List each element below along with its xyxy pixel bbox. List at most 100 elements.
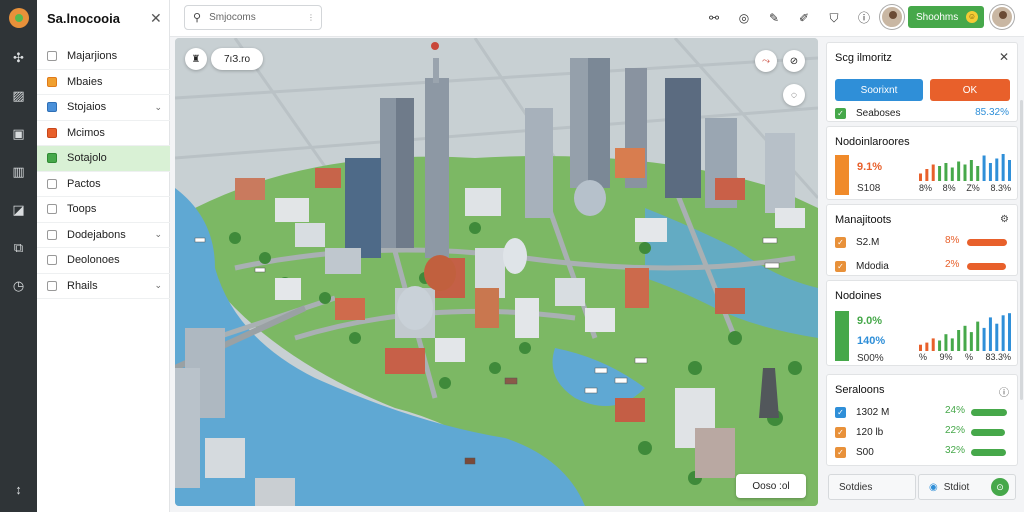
avatar[interactable] (880, 5, 904, 29)
segment-label: S00 (856, 446, 874, 458)
chart-bar (925, 342, 929, 351)
sidebar-item-icon (47, 153, 57, 164)
sidebar-item-9[interactable]: Rhails ⌄ (37, 274, 170, 299)
sidebar-item-5[interactable]: Pactos (37, 172, 170, 197)
sidebar-item-6[interactable]: Toops (37, 197, 170, 223)
segment-row[interactable]: ✓ S00 (835, 445, 874, 459)
shield-icon[interactable]: ⛉ (826, 10, 842, 26)
sidebar-item-icon (47, 51, 57, 62)
panel-scrollbar[interactable] (1020, 100, 1023, 400)
settings-icon[interactable]: ⚙ (1000, 214, 1009, 225)
map-zoom-chip[interactable]: 7ıЗ.ro (211, 48, 263, 70)
card1-bar-chart (919, 154, 1011, 181)
chart-tick-label: 8.3% (990, 183, 1011, 193)
metric-row[interactable]: ✓ S2.M (835, 235, 879, 249)
sidebar-item-label: Pactos (67, 177, 101, 190)
chart-bar (969, 160, 973, 181)
sidebar-item-7[interactable]: Dodejabons ⌄ (37, 223, 170, 248)
chart-bar (969, 332, 973, 351)
check-label: Seaboses (856, 107, 901, 119)
move-icon[interactable]: ↕ (11, 482, 27, 498)
currency-pill[interactable]: Shoohms ☺ (908, 6, 984, 28)
close-icon[interactable]: ✕ (150, 10, 162, 27)
card3-bar-chart (919, 313, 1011, 351)
map-pin-button[interactable]: ♜ (185, 48, 207, 70)
chevron-down-icon[interactable]: ⌄ (154, 229, 162, 240)
chart-bar (982, 155, 986, 181)
share-icon[interactable]: ⚯ (706, 10, 722, 26)
chart-tick-label: 83.3% (985, 352, 1011, 362)
chart-bar (995, 158, 999, 181)
edit-icon[interactable]: ✎ (766, 10, 782, 26)
clock-icon[interactable]: ◷ (11, 278, 27, 294)
city-map[interactable]: ♜ 7ıЗ.ro ⤳ ⊘ ◌ Ooso :ol (175, 38, 818, 506)
map-status-chip[interactable]: Ooso :ol (736, 474, 806, 498)
chart-bar (931, 164, 935, 181)
sidebar-item-3[interactable]: Mcimos (37, 121, 170, 146)
metrics-card-2: Manajitoots ⚙ ✓ S2.M 8% ✓ Mdodia 2% (826, 204, 1018, 276)
checkbox-icon[interactable]: ✓ (835, 236, 846, 248)
map-icon[interactable]: ▨ (11, 88, 27, 104)
right-panel: Scg ilmoritz ✕ Soorixnt OK ✓ Seaboses 85… (826, 42, 1018, 506)
segment-row[interactable]: ✓ 1302 M (835, 405, 889, 419)
checkbox-icon[interactable]: ✓ (835, 406, 846, 418)
go-icon[interactable]: ⊙ (991, 478, 1009, 496)
check-value: 85.32% (975, 107, 1009, 118)
segment-bar (971, 449, 1006, 456)
search-options-icon[interactable]: ⋮ (307, 13, 315, 22)
metric-row[interactable]: ✓ Mdodia (835, 259, 889, 273)
checkbox-icon[interactable]: ✓ (835, 260, 846, 272)
segment-pct: 24% (945, 405, 966, 416)
compass-icon[interactable]: ✣ (11, 50, 27, 66)
image-icon[interactable]: ▣ (11, 126, 27, 142)
chevron-down-icon[interactable]: ⌄ (154, 280, 162, 291)
chevron-down-icon[interactable]: ⌄ (154, 102, 162, 113)
target-icon: ◉ (929, 481, 938, 493)
card2-title: Manajitoots (835, 214, 892, 226)
check-row[interactable]: ✓ Seaboses (835, 106, 900, 120)
close-icon[interactable]: ✕ (999, 50, 1009, 64)
sidebar-item-1[interactable]: Mbaies (37, 70, 170, 95)
city-map-canvas[interactable] (175, 38, 818, 506)
grid-icon[interactable]: ▥ (11, 164, 27, 180)
checkbox-icon[interactable]: ✓ (835, 107, 846, 119)
chart-bar (1008, 160, 1011, 181)
card1-big-value: 9.1% (857, 161, 883, 173)
chart-icon[interactable]: ◪ (11, 202, 27, 218)
chart-bar (944, 334, 948, 351)
checkbox-icon[interactable]: ✓ (835, 426, 846, 438)
sidebar-item-icon (47, 178, 57, 189)
card3-sub-value: S00% (857, 353, 884, 364)
sidebar-item-0[interactable]: Majarjions (37, 44, 170, 70)
chart-bar (988, 317, 992, 351)
chart-tick-label: 9% (939, 352, 953, 362)
chart-bar (957, 330, 961, 351)
segment-row[interactable]: ✓ 120 lb (835, 425, 883, 439)
checkbox-icon[interactable]: ✓ (835, 446, 846, 458)
panel-header: Scg ilmoritz (835, 52, 892, 64)
ok-button[interactable]: OK (930, 79, 1010, 101)
info-icon[interactable]: ⓘ (856, 10, 872, 26)
target-icon[interactable]: ◎ (736, 10, 752, 26)
filter-icon[interactable]: ⧉ (11, 240, 27, 256)
app-logo-icon[interactable] (8, 8, 29, 28)
map-recenter-icon[interactable]: ◌ (783, 84, 805, 106)
card1-title: Nodoinlaroores (835, 136, 910, 148)
metrics-card-4: Seraloons ⓘ ✓ 1302 M 24% ✓ 120 lb 22% ✓ S00 32% (826, 374, 1018, 466)
info-icon[interactable]: ⓘ (999, 384, 1009, 399)
chart-bar (988, 163, 992, 181)
map-layers-icon[interactable]: ⊘ (783, 50, 805, 72)
search-placeholder: Smjocoms (209, 12, 256, 23)
map-route-icon[interactable]: ⤳ (755, 50, 777, 72)
bottom-left-button[interactable]: Sotdies (828, 474, 916, 500)
pen-icon[interactable]: ✐ (796, 10, 812, 26)
primary-button[interactable]: Soorixnt (835, 79, 923, 101)
card1-sub-value: S108 (857, 183, 881, 194)
sidebar-item-8[interactable]: Deolonoes (37, 248, 170, 274)
search-input[interactable]: ⚲ Smjocoms ⋮ (184, 5, 322, 30)
bottom-right-button[interactable]: ◉ Stdiot ⊙ (918, 474, 1016, 500)
user-avatar[interactable] (990, 5, 1014, 29)
sidebar-item-4[interactable]: Sotajolo (37, 146, 170, 172)
metric-bar (967, 263, 1006, 270)
sidebar-item-2[interactable]: Stojaios ⌄ (37, 95, 170, 121)
